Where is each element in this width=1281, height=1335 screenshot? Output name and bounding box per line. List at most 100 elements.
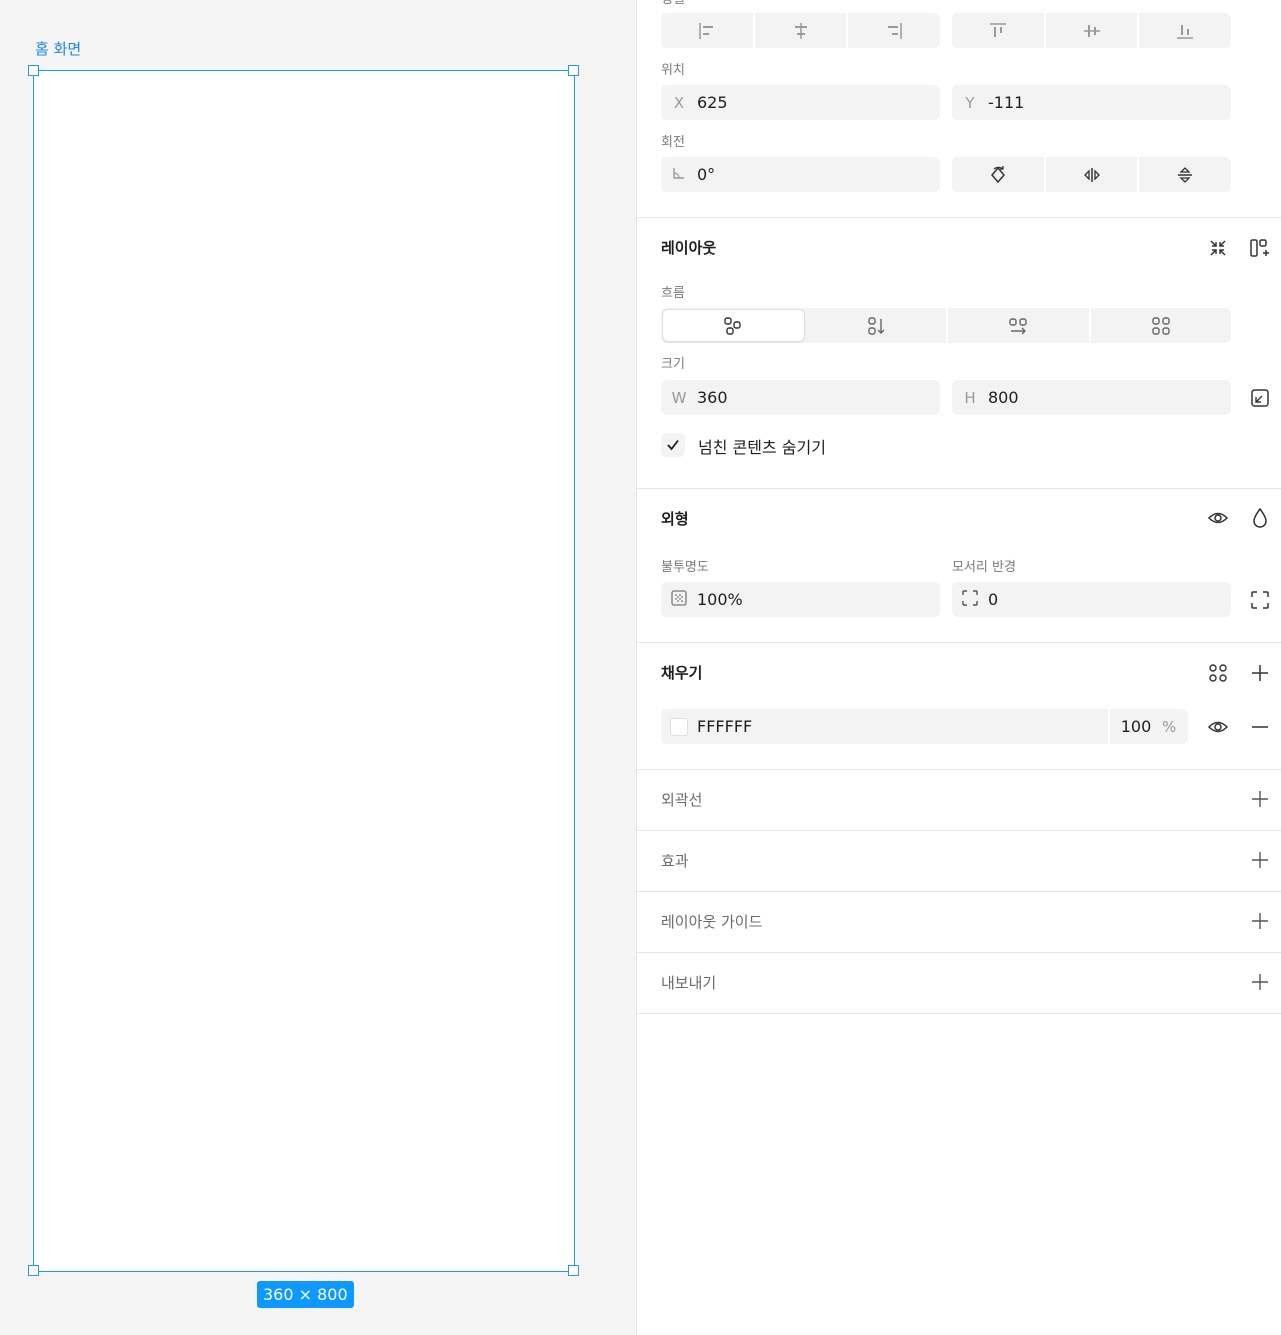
alignment-label: 정렬: [661, 0, 685, 7]
plus-icon: [1252, 791, 1268, 807]
canvas[interactable]: 홈 화면 360 × 800: [0, 0, 636, 1335]
divider: [637, 769, 1281, 770]
rotation-label: 회전: [661, 135, 685, 150]
align-left-button[interactable]: [661, 13, 755, 48]
clip-content-checkbox[interactable]: [661, 433, 685, 457]
blend-mode-button[interactable]: [1248, 506, 1272, 530]
align-right-button[interactable]: [848, 13, 940, 48]
rotation-value[interactable]: 0°: [697, 165, 715, 184]
fill-visibility-button[interactable]: [1206, 715, 1230, 739]
resize-to-fit-button[interactable]: [1248, 386, 1272, 410]
minus-icon: [1252, 726, 1268, 728]
remove-fill-button[interactable]: [1248, 715, 1272, 739]
corner-radius-field[interactable]: 0: [952, 582, 1231, 617]
width-value[interactable]: 360: [697, 388, 728, 407]
collapse-icon: [1210, 240, 1226, 256]
export-title[interactable]: 내보내기: [661, 972, 716, 993]
frame-name-label[interactable]: 홈 화면: [35, 38, 81, 59]
height-value[interactable]: 800: [988, 388, 1019, 407]
flow-grid-button[interactable]: [1091, 308, 1232, 343]
add-export-button[interactable]: [1248, 970, 1272, 994]
width-field[interactable]: W 360: [661, 380, 940, 415]
add-effect-button[interactable]: [1248, 848, 1272, 872]
opacity-value[interactable]: 100%: [697, 590, 743, 609]
flow-vertical-button[interactable]: [806, 308, 948, 343]
fill-styles-button[interactable]: [1206, 661, 1230, 685]
align-center-h-button[interactable]: [755, 13, 849, 48]
toggle-visibility-button[interactable]: [1206, 506, 1230, 530]
collapse-layout-button[interactable]: [1206, 236, 1230, 260]
flow-horizontal-button[interactable]: [948, 308, 1091, 343]
size-label: 크기: [661, 357, 685, 372]
fill-opacity-value[interactable]: 100: [1110, 717, 1162, 736]
divider: [637, 642, 1281, 643]
stroke-title[interactable]: 외곽선: [661, 789, 702, 810]
transform-group: [952, 157, 1231, 192]
clip-content-label[interactable]: 넘친 콘텐츠 숨기기: [698, 434, 826, 458]
x-prefix: X: [673, 93, 685, 112]
divider: [637, 952, 1281, 953]
opacity-label: 불투명도: [661, 560, 709, 575]
flow-freeform-button[interactable]: [662, 309, 805, 342]
divider: [637, 830, 1281, 831]
checkmark-icon: [667, 439, 679, 451]
vertical-flow-icon: [868, 316, 885, 335]
resize-handle-top-right[interactable]: [568, 65, 579, 76]
layout-title: 레이아웃: [661, 239, 717, 257]
y-prefix: Y: [965, 93, 975, 112]
independent-corners-button[interactable]: [1248, 588, 1272, 612]
fill-title: 채우기: [661, 664, 703, 682]
rotate-90-button[interactable]: [952, 157, 1046, 192]
resize-handle-top-left[interactable]: [28, 65, 39, 76]
eye-icon: [1207, 721, 1229, 733]
layout-guide-title[interactable]: 레이아웃 가이드: [661, 911, 762, 932]
align-top-button[interactable]: [952, 13, 1046, 48]
corner-radius-icon: [952, 589, 988, 611]
plus-icon: [1252, 913, 1268, 929]
resize-handle-bottom-right[interactable]: [568, 1265, 579, 1276]
fill-row[interactable]: FFFFFF 100 %: [661, 709, 1188, 744]
add-fill-button[interactable]: [1248, 661, 1272, 685]
add-layout-guide-button[interactable]: [1248, 909, 1272, 933]
align-left-icon: [699, 22, 713, 39]
align-bottom-button[interactable]: [1139, 13, 1231, 48]
divider: [637, 1013, 1281, 1014]
x-position-field[interactable]: X 625: [661, 85, 940, 120]
plus-icon: [1252, 665, 1268, 681]
flip-vertical-button[interactable]: [1139, 157, 1231, 192]
properties-panel: 정렬 위치 X 625 Y -111 회전: [636, 0, 1281, 1335]
height-field[interactable]: H 800: [952, 380, 1231, 415]
align-right-icon: [888, 22, 902, 39]
flip-horizontal-button[interactable]: [1046, 157, 1140, 192]
auto-layout-add-icon: [1250, 239, 1269, 257]
h-prefix: H: [964, 388, 976, 407]
drop-icon: [1253, 507, 1267, 528]
angle-icon: [661, 165, 697, 185]
corner-radius-value[interactable]: 0: [988, 590, 998, 609]
plus-icon: [1252, 974, 1268, 990]
fill-hex-value[interactable]: FFFFFF: [697, 717, 1108, 736]
align-middle-v-button[interactable]: [1046, 13, 1140, 48]
align-top-icon: [989, 22, 1006, 37]
appearance-title: 외형: [661, 510, 689, 528]
add-stroke-button[interactable]: [1248, 787, 1272, 811]
effects-title[interactable]: 효과: [661, 850, 689, 871]
add-auto-layout-button[interactable]: [1248, 236, 1272, 260]
y-position-field[interactable]: Y -111: [952, 85, 1231, 120]
opacity-field[interactable]: 100%: [661, 582, 940, 617]
align-center-h-icon: [794, 22, 807, 39]
rotation-field[interactable]: 0°: [661, 157, 940, 192]
fill-opacity-unit: %: [1162, 717, 1177, 736]
frame-home-screen[interactable]: [33, 70, 575, 1272]
grid-flow-icon: [1152, 316, 1170, 335]
styles-icon: [1209, 664, 1227, 682]
resize-handle-bottom-left[interactable]: [28, 1265, 39, 1276]
x-value[interactable]: 625: [697, 93, 728, 112]
y-value[interactable]: -111: [988, 93, 1024, 112]
size-badge: 360 × 800: [257, 1281, 354, 1308]
independent-corners-icon: [1251, 591, 1269, 609]
fill-color-swatch[interactable]: [670, 717, 688, 736]
divider: [637, 488, 1281, 489]
horizontal-flow-icon: [1009, 317, 1027, 334]
flow-group: [661, 308, 1231, 343]
